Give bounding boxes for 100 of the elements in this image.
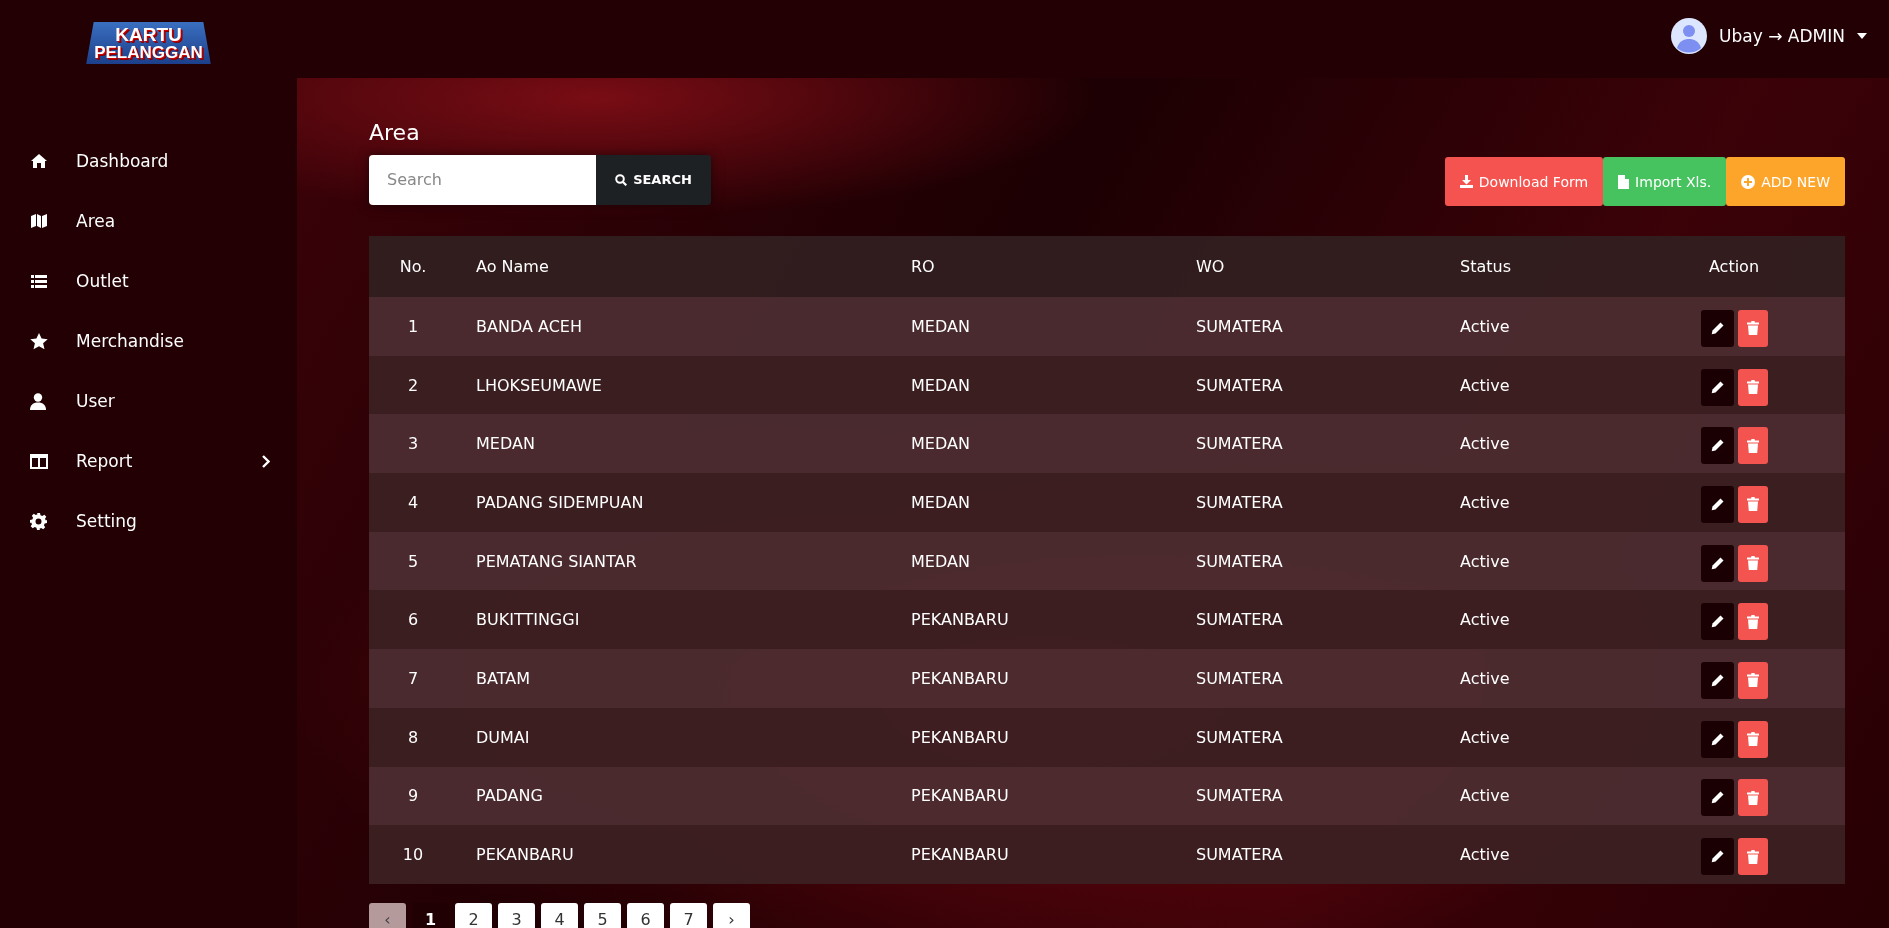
edit-button[interactable]	[1700, 603, 1734, 641]
trash-icon	[1746, 380, 1759, 395]
page-button[interactable]: 5	[584, 902, 621, 928]
download-icon	[1459, 175, 1473, 188]
table-cell-text: Active	[1459, 492, 1511, 512]
table-cell-text: MEDAN	[910, 375, 971, 395]
sidebar-item[interactable]: Area	[0, 191, 297, 251]
table-cell-text: MEDAN	[910, 551, 971, 571]
delete-button[interactable]	[1737, 661, 1768, 699]
table-cell-text: BATAM	[475, 668, 531, 688]
table-cell-text: SUMATERA	[1195, 375, 1284, 395]
edit-button[interactable]	[1700, 779, 1734, 817]
delete-button[interactable]	[1737, 838, 1768, 876]
table-cell-text: SUMATERA	[1195, 727, 1284, 747]
table-cell-text: 9	[406, 786, 420, 806]
table-cell-text: SUMATERA	[1195, 492, 1284, 512]
table-cell-text: MEDAN	[910, 434, 971, 454]
sidebar-item[interactable]: Dashboard	[0, 131, 297, 191]
column-header: Action	[1707, 257, 1761, 276]
table-cell-text: Active	[1459, 375, 1511, 395]
edit-button[interactable]	[1700, 427, 1734, 465]
table-cell-text: SUMATERA	[1195, 668, 1284, 688]
table-cell-text: Active	[1459, 727, 1511, 747]
table-cell-text: PEKANBARU	[910, 668, 1010, 688]
person-icon	[30, 392, 46, 410]
table-cell-text: MEDAN	[910, 492, 971, 512]
home-icon	[30, 153, 48, 169]
table-cell-text: Active	[1459, 786, 1511, 806]
page-button[interactable]: 1	[412, 902, 449, 928]
settings-icon	[30, 512, 47, 530]
table-cell-text: 10	[401, 845, 425, 865]
logo-text: KARTU	[115, 25, 182, 44]
star-icon	[30, 332, 48, 350]
logo-text: PELANGGAN	[94, 44, 203, 61]
table-cell-text: Active	[1459, 434, 1511, 454]
page-title: Area	[369, 120, 421, 145]
sidebar-item[interactable]: Report	[0, 431, 297, 491]
table-cell-text: 8	[406, 727, 420, 747]
edit-button[interactable]	[1700, 309, 1734, 347]
delete-button[interactable]	[1737, 427, 1768, 465]
table-cell-text: SUMATERA	[1195, 434, 1284, 454]
pencil-icon	[1710, 497, 1724, 511]
table-cell-text: MEDAN	[910, 316, 971, 336]
table-cell-text: PEKANBARU	[910, 727, 1010, 747]
page-button[interactable]: 6	[627, 902, 664, 928]
column-header: Ao Name	[475, 257, 550, 276]
sidebar-item[interactable]: Outlet	[0, 251, 297, 311]
page-button[interactable]: 3	[498, 902, 535, 928]
delete-button[interactable]	[1737, 544, 1768, 582]
delete-button[interactable]	[1737, 779, 1768, 817]
delete-button[interactable]	[1737, 603, 1768, 641]
delete-button[interactable]	[1737, 368, 1768, 406]
search-button[interactable]: SEARCH	[596, 154, 711, 205]
edit-button[interactable]	[1700, 661, 1734, 699]
pencil-icon	[1710, 556, 1724, 570]
page-button[interactable]: 7	[670, 902, 707, 928]
table-cell-text: PEKANBARU	[910, 845, 1010, 865]
sidebar-item[interactable]: User	[0, 371, 297, 431]
edit-button[interactable]	[1700, 544, 1734, 582]
trash-icon	[1746, 673, 1759, 688]
table-cell-text: PADANG	[475, 786, 544, 806]
delete-button[interactable]	[1737, 309, 1768, 347]
sidebar-item[interactable]: Setting	[0, 491, 297, 551]
pencil-icon	[1710, 673, 1724, 687]
table-cell-text: 1	[406, 316, 420, 336]
trash-icon	[1746, 732, 1759, 747]
table-cell-text: BANDA ACEH	[475, 316, 583, 336]
edit-button[interactable]	[1700, 368, 1734, 406]
delete-button[interactable]	[1737, 485, 1768, 523]
avatar-icon[interactable]	[1671, 18, 1708, 54]
column-header: RO	[910, 257, 936, 276]
trash-icon	[1746, 614, 1759, 629]
caret-icon[interactable]	[1857, 33, 1867, 39]
trash-icon	[1746, 849, 1759, 864]
edit-button[interactable]	[1700, 838, 1734, 876]
table-cell-text: 2	[406, 375, 420, 395]
table-cell-text: PADANG SIDEMPUAN	[475, 492, 645, 512]
search-field[interactable]: Search	[369, 154, 596, 205]
pencil-icon	[1710, 615, 1724, 629]
edit-button[interactable]	[1700, 485, 1734, 523]
table-cell-text: PEKANBARU	[910, 786, 1010, 806]
table-cell-text: 7	[406, 668, 420, 688]
pencil-icon	[1710, 850, 1724, 864]
list-icon	[30, 274, 48, 288]
pencil-icon	[1710, 791, 1724, 805]
table-cell-text: 3	[406, 434, 420, 454]
map-icon	[30, 213, 48, 229]
column-header: WO	[1195, 257, 1226, 276]
edit-button[interactable]	[1700, 720, 1734, 758]
delete-button[interactable]	[1737, 720, 1768, 758]
sidebar-item[interactable]: Merchandise	[0, 311, 297, 371]
table-cell-text: MEDAN	[475, 434, 536, 454]
pencil-icon	[1710, 321, 1724, 335]
user-menu[interactable]: Ubay → ADMIN	[1719, 26, 1845, 46]
trash-icon	[1746, 438, 1759, 453]
page-button[interactable]: ›	[713, 902, 750, 928]
page-button[interactable]: 4	[541, 902, 578, 928]
page-button[interactable]: 2	[455, 902, 492, 928]
trash-icon	[1746, 497, 1759, 512]
table-cell-text: Active	[1459, 845, 1511, 865]
